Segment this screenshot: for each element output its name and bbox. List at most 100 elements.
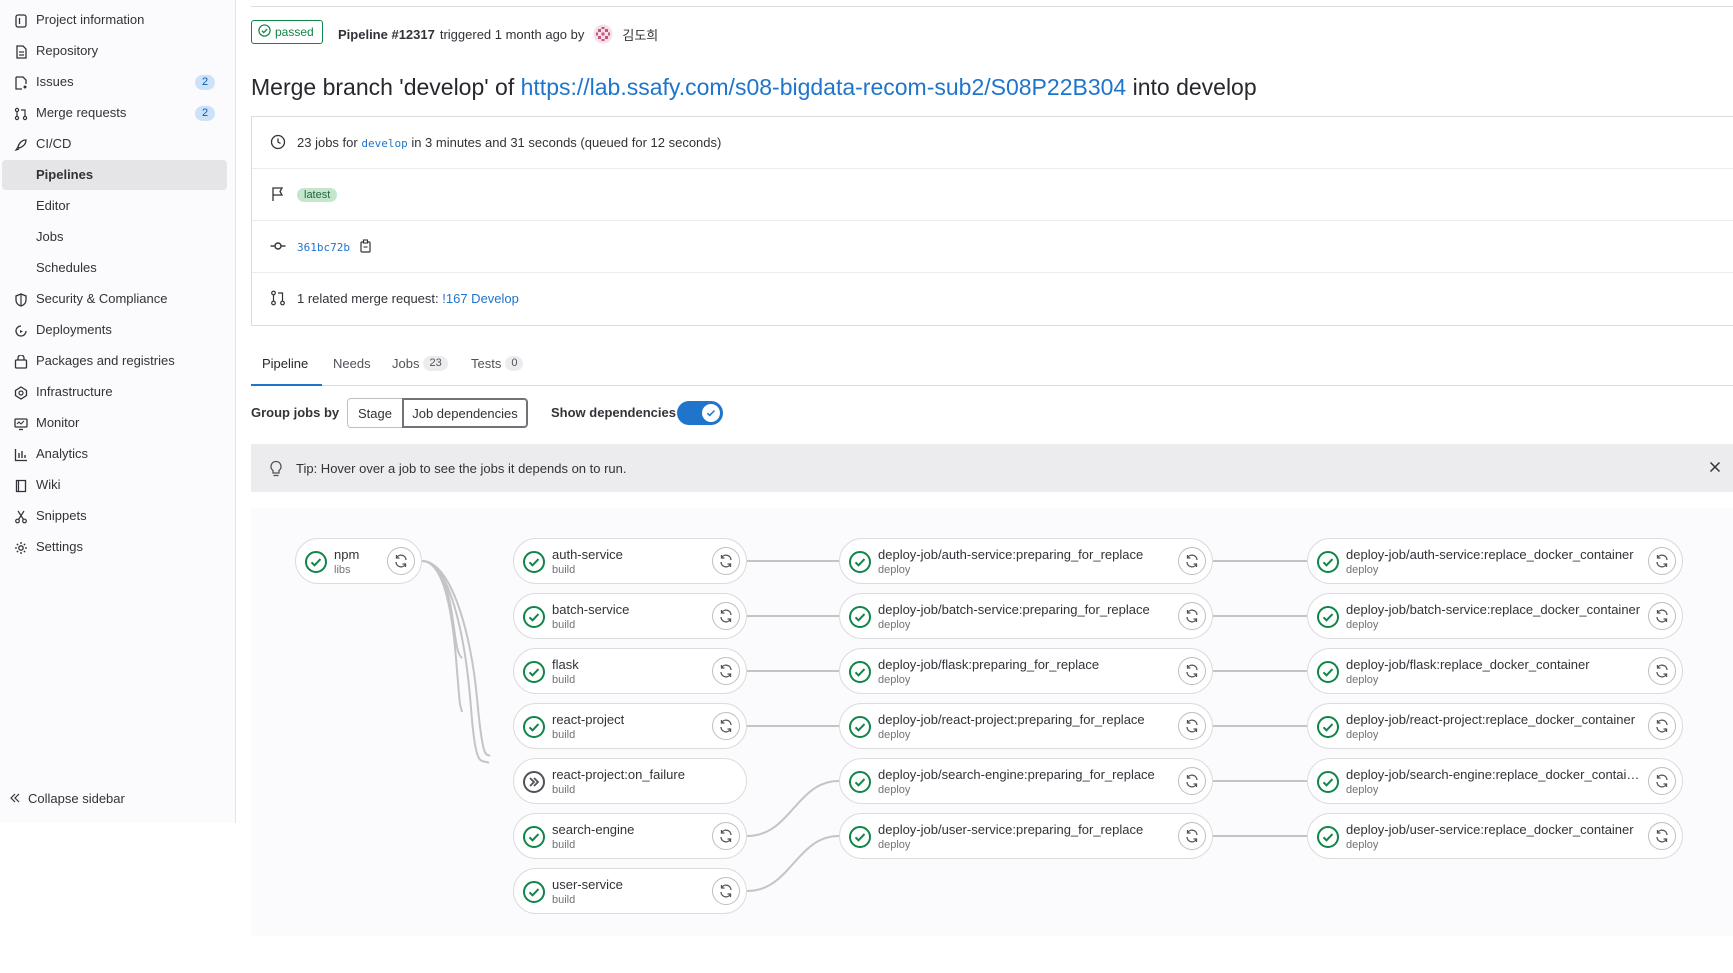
retry-icon[interactable] <box>712 602 740 630</box>
job-name: deploy-job/auth-service:replace_docker_c… <box>1346 547 1634 562</box>
job-npm[interactable]: npm libs <box>295 538 422 584</box>
sidebar-item-project-information[interactable]: Project information <box>2 5 227 35</box>
avatar[interactable] <box>593 24 613 44</box>
job-auth-service[interactable]: auth-service build <box>513 538 747 584</box>
chart-icon <box>13 447 28 462</box>
sidebar-item-security-compliance[interactable]: Security & Compliance <box>2 284 227 314</box>
job-deploy-auth-service-replace[interactable]: deploy-job/auth-service:replace_docker_c… <box>1307 538 1683 584</box>
job-deploy-flask-preparing[interactable]: deploy-job/flask:preparing_for_replace d… <box>839 648 1213 694</box>
retry-icon[interactable] <box>712 712 740 740</box>
retry-icon[interactable] <box>387 547 415 575</box>
sidebar-item-editor[interactable]: Editor <box>2 191 227 221</box>
job-deploy-flask-replace[interactable]: deploy-job/flask:replace_docker_containe… <box>1307 648 1683 694</box>
sidebar: Project information Repository Issues 2 … <box>0 0 236 823</box>
merge-request-link[interactable]: !167 Develop <box>442 291 519 306</box>
job-batch-service[interactable]: batch-service build <box>513 593 747 639</box>
issues-count-badge: 2 <box>195 75 215 90</box>
tab-count-badge: 0 <box>505 356 524 371</box>
sidebar-item-label: Infrastructure <box>36 384 113 399</box>
sidebar-item-cicd[interactable]: CI/CD <box>2 129 227 159</box>
sidebar-item-monitor[interactable]: Monitor <box>2 408 227 438</box>
pipeline-status-badge[interactable]: passed <box>251 20 323 44</box>
group-by-stage-button[interactable]: Stage <box>347 398 403 428</box>
retry-icon[interactable] <box>712 547 740 575</box>
retry-icon[interactable] <box>1178 822 1206 850</box>
tab-pipeline[interactable]: Pipeline <box>251 352 322 386</box>
job-deploy-user-service-preparing[interactable]: deploy-job/user-service:preparing_for_re… <box>839 813 1213 859</box>
retry-icon[interactable] <box>1648 547 1676 575</box>
sidebar-item-pipelines[interactable]: Pipelines <box>2 160 227 190</box>
sidebar-item-deployments[interactable]: Deployments <box>2 315 227 345</box>
sidebar-item-packages[interactable]: Packages and registries <box>2 346 227 376</box>
job-deploy-user-service-replace[interactable]: deploy-job/user-service:replace_docker_c… <box>1307 813 1683 859</box>
commit-sha-link[interactable]: 361bc72b <box>297 241 350 254</box>
sidebar-item-repository[interactable]: Repository <box>2 36 227 66</box>
close-icon[interactable] <box>1706 458 1724 476</box>
collapse-sidebar-button[interactable]: Collapse sidebar <box>10 791 125 806</box>
status-passed-icon <box>258 24 271 40</box>
sidebar-item-issues[interactable]: Issues 2 <box>2 67 227 97</box>
sidebar-item-label: Editor <box>36 198 70 213</box>
retry-icon[interactable] <box>1648 657 1676 685</box>
job-deploy-react-project-replace[interactable]: deploy-job/react-project:replace_docker_… <box>1307 703 1683 749</box>
sidebar-item-jobs[interactable]: Jobs <box>2 222 227 252</box>
sidebar-item-settings[interactable]: Settings <box>2 532 227 562</box>
job-deploy-auth-service-preparing[interactable]: deploy-job/auth-service:preparing_for_re… <box>839 538 1213 584</box>
sidebar-item-merge-requests[interactable]: Merge requests 2 <box>2 98 227 128</box>
branch-link[interactable]: develop <box>361 137 407 150</box>
group-jobs-label: Group jobs by <box>251 405 340 420</box>
collapse-sidebar-label: Collapse sidebar <box>28 791 125 806</box>
job-deploy-search-engine-preparing[interactable]: deploy-job/search-engine:preparing_for_r… <box>839 758 1213 804</box>
retry-icon[interactable] <box>1178 602 1206 630</box>
retry-icon[interactable] <box>1648 602 1676 630</box>
info-icon <box>13 13 28 28</box>
sidebar-item-snippets[interactable]: Snippets <box>2 501 227 531</box>
job-search-engine[interactable]: search-engine build <box>513 813 747 859</box>
cloud-icon <box>13 385 28 400</box>
copy-icon[interactable] <box>360 239 372 256</box>
sidebar-item-wiki[interactable]: Wiki <box>2 470 227 500</box>
pipeline-info: Pipeline #12317 triggered 1 month ago by… <box>338 24 658 44</box>
scissors-icon <box>13 509 28 524</box>
group-by-job-dependencies-button[interactable]: Job dependencies <box>402 398 528 428</box>
status-success-icon <box>1316 770 1340 794</box>
retry-icon[interactable] <box>1648 767 1676 795</box>
retry-icon[interactable] <box>712 822 740 850</box>
status-success-icon <box>304 550 328 574</box>
retry-icon[interactable] <box>1178 767 1206 795</box>
tab-needs[interactable]: Needs <box>333 352 371 386</box>
job-name: deploy-job/user-service:replace_docker_c… <box>1346 822 1634 837</box>
job-react-project[interactable]: react-project build <box>513 703 747 749</box>
job-deploy-search-engine-replace[interactable]: deploy-job/search-engine:replace_docker_… <box>1307 758 1683 804</box>
job-deploy-react-project-preparing[interactable]: deploy-job/react-project:preparing_for_r… <box>839 703 1213 749</box>
retry-icon[interactable] <box>712 657 740 685</box>
duration-text: in 3 minutes and 31 seconds (queued for … <box>411 135 722 150</box>
job-user-service[interactable]: user-service build <box>513 868 747 914</box>
job-stage: deploy <box>1346 619 1379 631</box>
document-icon <box>13 44 28 59</box>
author-name[interactable]: 김도희 <box>622 25 658 44</box>
sidebar-item-analytics[interactable]: Analytics <box>2 439 227 469</box>
job-flask[interactable]: flask build <box>513 648 747 694</box>
retry-icon[interactable] <box>1648 822 1676 850</box>
job-stage: deploy <box>1346 674 1379 686</box>
job-stage: build <box>552 839 576 851</box>
retry-icon[interactable] <box>712 877 740 905</box>
sidebar-item-schedules[interactable]: Schedules <box>2 253 227 283</box>
job-deploy-batch-service-replace[interactable]: deploy-job/batch-service:replace_docker_… <box>1307 593 1683 639</box>
source-branch-link[interactable]: https://lab.ssafy.com/s08-bigdata-recom-… <box>521 74 1127 100</box>
retry-icon[interactable] <box>1648 712 1676 740</box>
retry-icon[interactable] <box>1178 547 1206 575</box>
retry-icon[interactable] <box>1178 657 1206 685</box>
job-deploy-batch-service-preparing[interactable]: deploy-job/batch-service:preparing_for_r… <box>839 593 1213 639</box>
issues-icon <box>13 75 28 90</box>
job-stage: deploy <box>878 839 911 851</box>
retry-icon[interactable] <box>1178 712 1206 740</box>
show-dependencies-toggle[interactable] <box>677 401 723 425</box>
related-mr-text: 1 related merge request: <box>297 291 439 306</box>
sidebar-item-infrastructure[interactable]: Infrastructure <box>2 377 227 407</box>
tab-tests[interactable]: Tests 0 <box>471 352 524 386</box>
job-react-project-on-failure[interactable]: react-project:on_failure build <box>513 758 747 804</box>
tab-jobs[interactable]: Jobs 23 <box>392 352 448 386</box>
merge-request-icon <box>13 106 28 121</box>
